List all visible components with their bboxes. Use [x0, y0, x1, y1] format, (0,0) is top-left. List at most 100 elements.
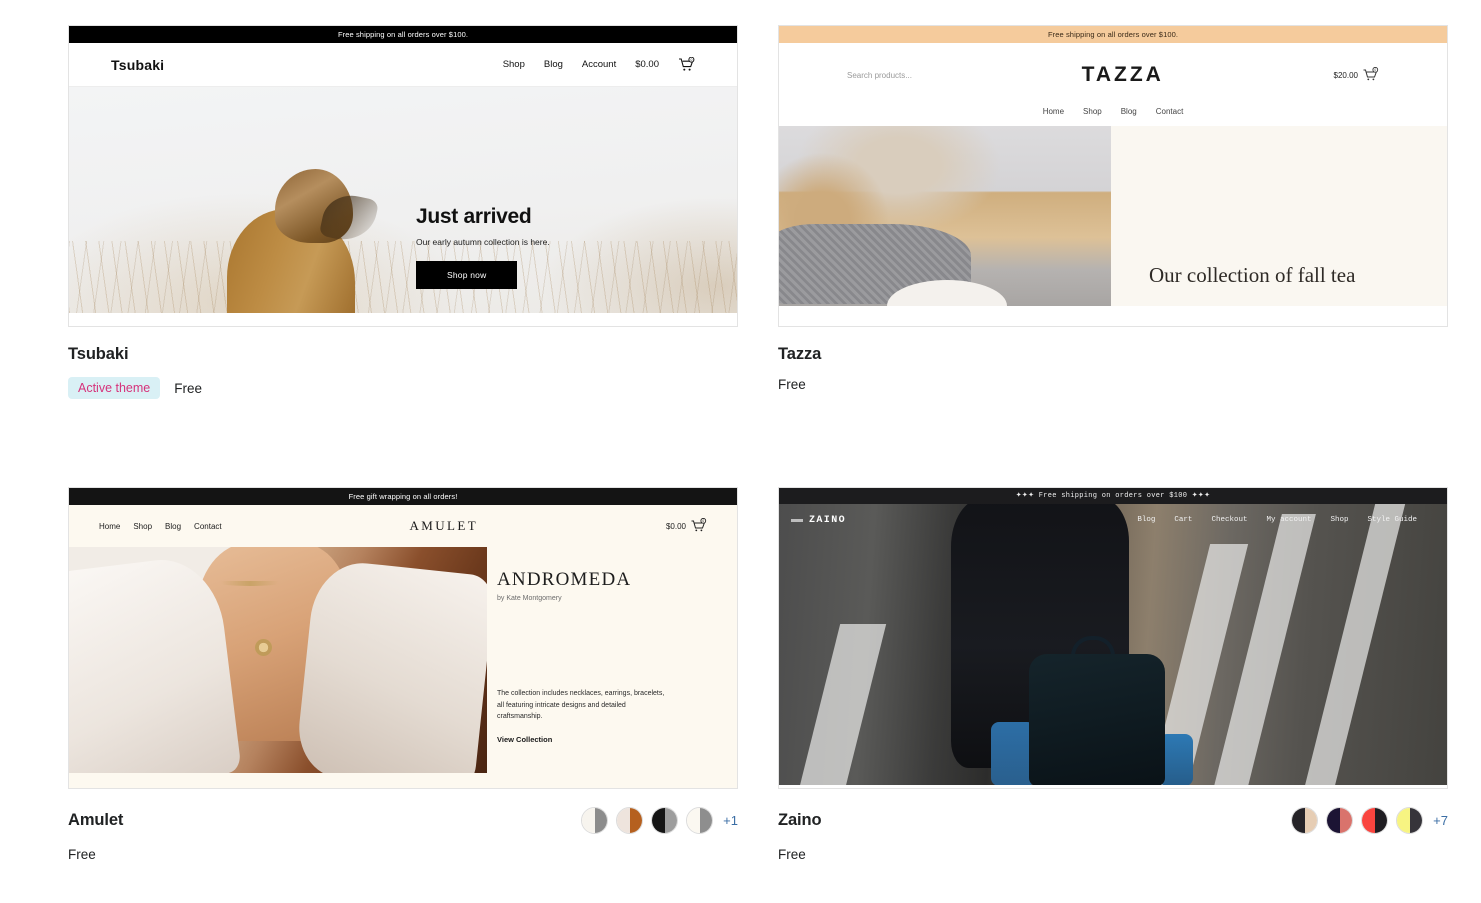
- hero-heading: Just arrived: [416, 205, 532, 228]
- swatch-more-count[interactable]: +1: [723, 813, 738, 828]
- cart-area[interactable]: $20.00 0: [1334, 67, 1379, 83]
- theme-title[interactable]: Tazza: [778, 345, 821, 364]
- color-swatch[interactable]: [1361, 807, 1389, 834]
- hero-grass-decor: [69, 241, 737, 313]
- color-swatch[interactable]: [581, 807, 609, 834]
- menu-dash-icon: [791, 519, 803, 523]
- cart-total: $0.00: [665, 521, 686, 531]
- store-logo: TAZZA: [1081, 63, 1164, 86]
- nav-item-account[interactable]: Account: [582, 59, 616, 70]
- swatch-left: [1362, 808, 1375, 833]
- announcement-bar: Free shipping on all orders over $100.: [779, 26, 1447, 43]
- cart-icon[interactable]: 0: [1362, 67, 1379, 83]
- storefront-header: Search products... TAZZA $20.00 0: [779, 43, 1447, 107]
- swatch-right: [699, 808, 713, 833]
- color-swatch[interactable]: [1326, 807, 1354, 834]
- nav-item-blog[interactable]: Blog: [1121, 107, 1137, 116]
- nav-item-contact[interactable]: Contact: [194, 522, 222, 531]
- nav-item-home[interactable]: Home: [1043, 107, 1064, 116]
- storefront-header: ZAINO Blog Cart Checkout My account Shop…: [779, 504, 1447, 536]
- model-hair: [275, 169, 380, 246]
- color-swatch-list[interactable]: +7: [1291, 807, 1448, 834]
- theme-meta-tsubaki: Tsubaki Active theme Free: [68, 327, 738, 399]
- cart-area[interactable]: $0.00 0: [666, 518, 707, 534]
- necklace-chain: [221, 581, 279, 586]
- nav-item-cart[interactable]: Cart: [1174, 516, 1192, 524]
- swatch-left: [687, 808, 700, 833]
- nav-item-blog[interactable]: Blog: [165, 522, 181, 531]
- color-swatch[interactable]: [651, 807, 679, 834]
- nav-item-my-account[interactable]: My account: [1266, 516, 1311, 524]
- swatch-right: [594, 808, 608, 833]
- status-badge: Active theme: [68, 377, 161, 399]
- nav-item-contact[interactable]: Contact: [1156, 107, 1184, 116]
- color-swatch[interactable]: [1396, 807, 1424, 834]
- nav-item-style-guide[interactable]: Style Guide: [1367, 516, 1417, 524]
- crosswalk-stripe: [1302, 504, 1406, 786]
- hero-heading: Our collection of fall tea: [1149, 263, 1356, 287]
- swatch-left: [652, 808, 665, 833]
- swatch-left: [582, 808, 595, 833]
- hero-section: ANDROMEDA by Kate Montgomery The collect…: [69, 547, 737, 788]
- color-swatch[interactable]: [686, 807, 714, 834]
- theme-card-tazza[interactable]: Free shipping on all orders over $100. S…: [778, 25, 1448, 462]
- swatch-right: [1374, 808, 1388, 833]
- theme-meta-zaino: Zaino +7 Free: [778, 789, 1448, 862]
- theme-preview-tazza[interactable]: Free shipping on all orders over $100. S…: [778, 25, 1448, 327]
- hero-section: Our collection of fall tea: [779, 126, 1447, 306]
- nav-item-home[interactable]: Home: [99, 522, 120, 531]
- swatch-left: [617, 808, 630, 833]
- announcement-bar: ✦✦✦ Free shipping on orders over $100 ✦✦…: [779, 488, 1447, 505]
- cart-icon[interactable]: 0: [678, 56, 695, 73]
- swatch-more-count[interactable]: +7: [1433, 813, 1448, 828]
- announcement-bar: Free gift wrapping on all orders!: [69, 488, 737, 505]
- hero-heading: ANDROMEDA: [497, 569, 632, 590]
- swatch-right: [664, 808, 678, 833]
- hero-copy: Just arrived Our early autumn collection…: [416, 205, 550, 289]
- nav-item-shop[interactable]: Shop: [503, 59, 525, 70]
- cart-icon[interactable]: 0: [690, 518, 707, 534]
- theme-price: Free: [778, 847, 806, 862]
- nav-item-shop[interactable]: Shop: [133, 522, 152, 531]
- theme-card-tsubaki[interactable]: Free shipping on all orders over $100. T…: [68, 25, 738, 462]
- theme-preview-zaino[interactable]: ✦✦✦ Free shipping on orders over $100 ✦✦…: [778, 487, 1448, 789]
- nav-item-blog[interactable]: Blog: [544, 59, 563, 70]
- store-logo: Tsubaki: [111, 56, 165, 73]
- storefront-nav[interactable]: Home Shop Blog Contact: [99, 522, 222, 531]
- theme-preview-tsubaki[interactable]: Free shipping on all orders over $100. T…: [68, 25, 738, 327]
- nav-item-blog[interactable]: Blog: [1137, 516, 1155, 524]
- storefront-nav[interactable]: Blog Cart Checkout My account Shop Style…: [1137, 516, 1417, 524]
- nav-item-shop[interactable]: Shop: [1330, 516, 1348, 524]
- crosswalk-stripe: [797, 624, 887, 786]
- hero-model-photo: [219, 155, 380, 313]
- theme-price: Free: [174, 380, 203, 396]
- color-swatch[interactable]: [616, 807, 644, 834]
- theme-title[interactable]: Tsubaki: [68, 345, 129, 364]
- theme-title[interactable]: Amulet: [68, 811, 123, 830]
- color-swatch-list[interactable]: +1: [581, 807, 738, 834]
- svg-text:0: 0: [702, 519, 704, 523]
- hero-section: ZAINO Blog Cart Checkout My account Shop…: [779, 504, 1447, 786]
- storefront-nav[interactable]: Home Shop Blog Contact: [779, 107, 1447, 126]
- theme-card-zaino[interactable]: ✦✦✦ Free shipping on orders over $100 ✦✦…: [778, 487, 1448, 903]
- cart-total: $0.00: [635, 59, 659, 70]
- color-swatch[interactable]: [1291, 807, 1319, 834]
- hero-shop-now-button[interactable]: Shop now: [416, 261, 518, 289]
- search-input[interactable]: Search products...: [847, 71, 912, 80]
- hero-copy: ANDROMEDA by Kate Montgomery The collect…: [487, 547, 737, 788]
- store-logo: AMULET: [409, 518, 479, 533]
- nav-item-shop[interactable]: Shop: [1083, 107, 1102, 116]
- storefront-nav[interactable]: Shop Blog Account $0.00 0: [503, 56, 695, 73]
- theme-meta-amulet: Amulet +1 Free: [68, 789, 738, 862]
- hero-description: The collection includes necklaces, earri…: [497, 690, 665, 721]
- swatch-right: [1409, 808, 1423, 833]
- nav-item-checkout[interactable]: Checkout: [1211, 516, 1247, 524]
- theme-title[interactable]: Zaino: [778, 811, 822, 830]
- svg-text:0: 0: [690, 58, 692, 62]
- hero-view-collection-link[interactable]: View Collection: [497, 735, 719, 744]
- theme-preview-amulet[interactable]: Free gift wrapping on all orders! Home S…: [68, 487, 738, 789]
- store-logo: ZAINO: [809, 514, 847, 526]
- theme-card-amulet[interactable]: Free gift wrapping on all orders! Home S…: [68, 487, 738, 903]
- storefront-header: Home Shop Blog Contact AMULET $0.00 0: [69, 505, 737, 547]
- theme-price: Free: [68, 847, 96, 862]
